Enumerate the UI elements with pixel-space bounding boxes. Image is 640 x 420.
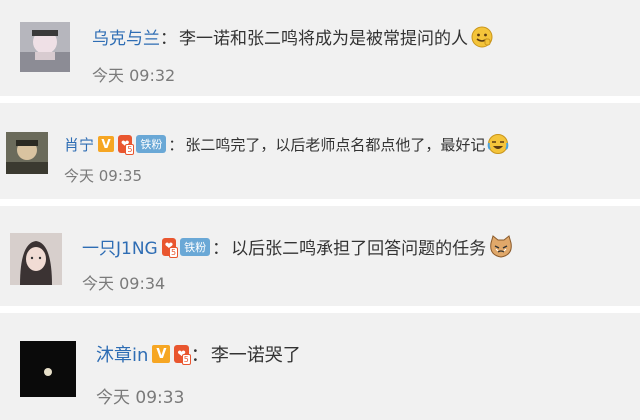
commenter-name[interactable]: 肖宁 [64, 134, 94, 155]
fan-level-icon: ❤5 [161, 237, 179, 258]
comment-text: 李一诺哭了 [210, 345, 301, 366]
comment-item: 沐章in V ❤5 ： 李一诺哭了 今天 09:33 [0, 313, 640, 420]
avatar[interactable] [20, 341, 76, 397]
iron-fan-badge: 铁粉 [136, 135, 167, 153]
colon: ： [190, 345, 209, 366]
divider [0, 96, 640, 103]
commenter-name[interactable]: 一只J1NG [82, 234, 158, 259]
comment-time: 今天 09:32 [92, 66, 176, 85]
comment-text: 以后张二鸣承担了回答问题的任务 [231, 239, 487, 259]
comment-item: 一只J1NG ❤5 铁粉 ： 以后张二鸣承担了回答问题的任务 今天 09:34 [0, 206, 640, 306]
laugh-cry-emoji-icon [488, 134, 509, 154]
colon: ： [168, 135, 184, 154]
colon: ： [212, 239, 230, 259]
comment-feed: 乌克与兰 ： 李一诺和张二鸣将成为是被常提问的人 今天 09:32 肖宁 V ❤… [0, 0, 640, 420]
divider [0, 199, 640, 206]
fan-level-icon: ❤5 [174, 345, 191, 365]
fan-level-icon: ❤5 [118, 135, 135, 155]
comment-item: 肖宁 V ❤5 铁粉 ： 张二鸣完了，以后老师点名都点他了，最好记 今天 09:… [0, 103, 640, 199]
comment-text: 李一诺和张二鸣将成为是被常提问的人 [179, 29, 468, 49]
iron-fan-badge: 铁粉 [180, 237, 211, 256]
fan-level-number: 5 [181, 354, 191, 365]
cat-emoji-icon [490, 234, 512, 258]
comment-item: 乌克与兰 ： 李一诺和张二鸣将成为是被常提问的人 今天 09:32 [0, 0, 640, 96]
avatar[interactable] [10, 233, 62, 285]
smile-emoji-icon [471, 26, 493, 47]
avatar[interactable] [20, 22, 70, 72]
divider [0, 306, 640, 313]
colon: ： [160, 29, 177, 49]
fan-level-number: 5 [125, 144, 135, 155]
avatar[interactable] [6, 132, 48, 174]
verified-v-icon: V [98, 136, 115, 152]
commenter-name[interactable]: 乌克与兰 [92, 24, 160, 49]
comment-time: 今天 09:34 [82, 274, 166, 293]
commenter-name[interactable]: 沐章in [96, 341, 148, 367]
fan-level-number: 5 [169, 246, 179, 258]
comment-text: 张二鸣完了，以后老师点名都点他了，最好记 [185, 135, 486, 154]
comment-time: 今天 09:35 [64, 167, 142, 185]
comment-time: 今天 09:33 [96, 388, 185, 408]
verified-v-icon: V [152, 345, 171, 363]
